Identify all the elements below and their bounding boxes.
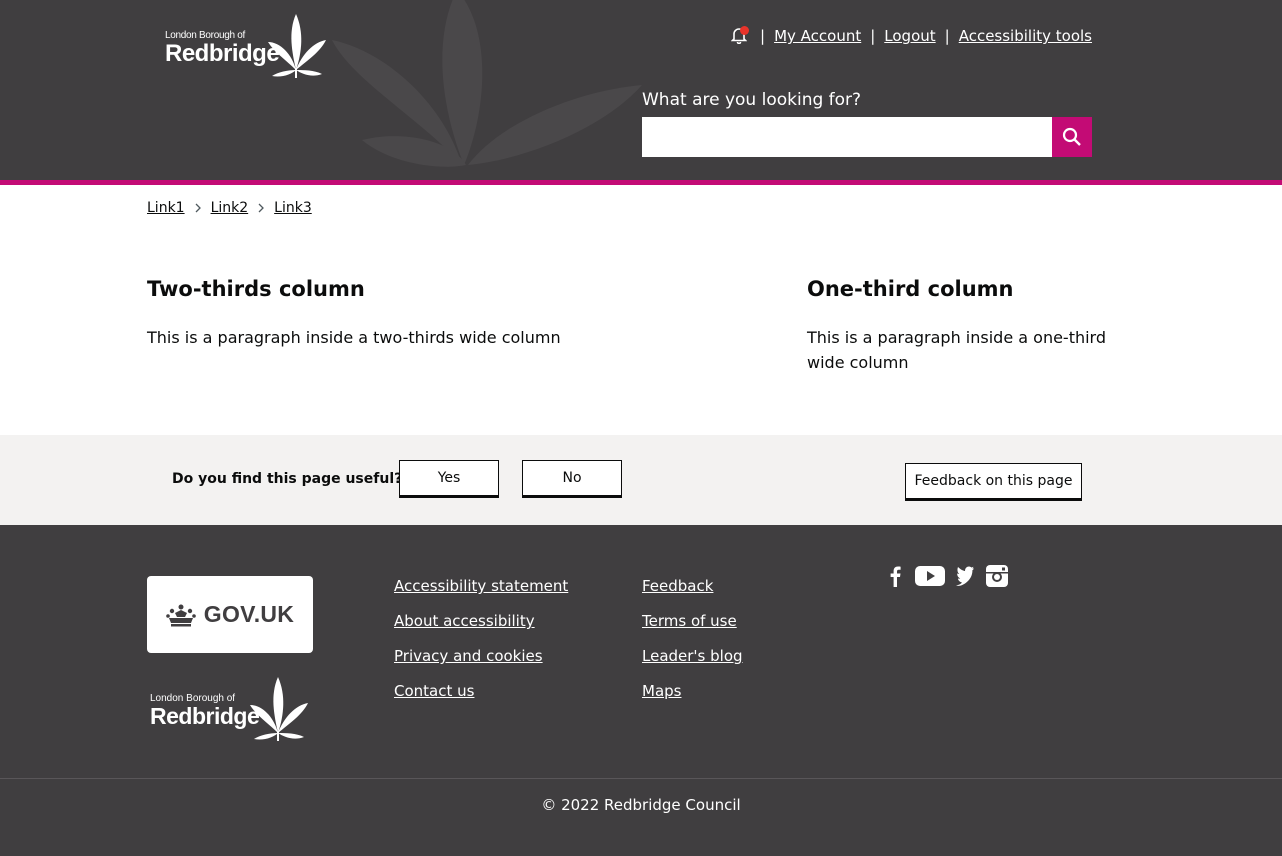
leaf-logo-icon xyxy=(250,677,308,741)
footer-logo[interactable]: London Borough of Redbridge xyxy=(150,675,315,743)
crown-icon xyxy=(165,604,196,626)
two-thirds-paragraph: This is a paragraph inside a two-thirds … xyxy=(147,328,561,347)
search-button[interactable] xyxy=(1052,117,1092,157)
yes-button[interactable]: Yes xyxy=(399,460,499,498)
footer-links-column-2: Feedback Terms of use Leader's blog Maps xyxy=(642,576,743,716)
chevron-right-icon xyxy=(258,203,265,213)
search-label: What are you looking for? xyxy=(642,90,862,110)
contact-us-link[interactable]: Contact us xyxy=(394,681,568,716)
feedback-question: Do you find this page useful? xyxy=(172,471,403,487)
notification-dot xyxy=(740,26,749,35)
privacy-cookies-link[interactable]: Privacy and cookies xyxy=(394,646,568,681)
youtube-icon[interactable] xyxy=(915,565,945,587)
gov-uk-logo[interactable]: GOV.UK xyxy=(147,576,313,653)
notification-bell-icon[interactable] xyxy=(730,26,749,46)
site-footer: GOV.UK London Borough of Redbridge Acces… xyxy=(0,525,1282,856)
about-accessibility-link[interactable]: About accessibility xyxy=(394,611,568,646)
search-icon xyxy=(1062,127,1081,146)
gov-uk-text: GOV.UK xyxy=(203,601,295,627)
footer-links-column-1: Accessibility statement About accessibil… xyxy=(394,576,568,716)
terms-of-use-link[interactable]: Terms of use xyxy=(642,611,743,646)
logout-link[interactable]: Logout xyxy=(884,27,935,45)
one-third-heading: One-third column xyxy=(807,277,1014,301)
footer-divider xyxy=(0,778,1282,779)
feedback-on-page-button[interactable]: Feedback on this page xyxy=(905,463,1082,501)
breadcrumb-link-3[interactable]: Link3 xyxy=(274,200,312,216)
search-input[interactable] xyxy=(642,117,1052,157)
my-account-link[interactable]: My Account xyxy=(774,27,861,45)
one-third-paragraph: This is a paragraph inside a one-third w… xyxy=(807,328,1107,372)
accessibility-statement-link[interactable]: Accessibility statement xyxy=(394,576,568,611)
site-logo[interactable]: London Borough of Redbridge xyxy=(165,12,330,80)
copyright-text: © 2022 Redbridge Council xyxy=(541,796,741,814)
breadcrumb-link-1[interactable]: Link1 xyxy=(147,200,185,216)
footer-logo-title: Redbridge xyxy=(150,703,260,729)
two-thirds-heading: Two-thirds column xyxy=(147,277,365,301)
page-feedback-bar: Do you find this page useful? Yes No Fee… xyxy=(0,435,1282,525)
maps-link[interactable]: Maps xyxy=(642,681,743,716)
breadcrumb: Link1 Link2 Link3 xyxy=(147,200,312,216)
leaf-watermark-icon xyxy=(332,0,642,167)
facebook-icon[interactable] xyxy=(886,565,904,587)
header-accent-bar xyxy=(0,180,1282,185)
feedback-link[interactable]: Feedback xyxy=(642,576,743,611)
breadcrumb-link-2[interactable]: Link2 xyxy=(211,200,249,216)
social-links xyxy=(886,565,1020,587)
accessibility-tools-link[interactable]: Accessibility tools xyxy=(959,27,1092,45)
logo-title: Redbridge xyxy=(165,40,280,67)
leaf-logo-icon xyxy=(268,14,326,78)
top-navigation: | My Account | Logout | Accessibility to… xyxy=(730,26,1092,46)
chevron-right-icon xyxy=(195,203,201,213)
twitter-icon[interactable] xyxy=(956,565,974,587)
no-button[interactable]: No xyxy=(522,460,622,498)
leaders-blog-link[interactable]: Leader's blog xyxy=(642,646,743,681)
instagram-icon[interactable] xyxy=(985,565,1009,587)
